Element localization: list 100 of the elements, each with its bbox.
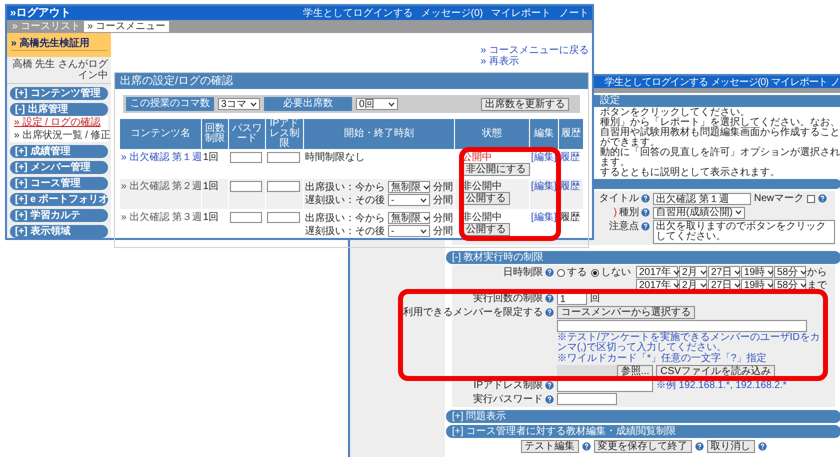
unit-label: 分間 [433, 212, 453, 224]
dropdown[interactable]: 27日 [708, 266, 740, 278]
button[interactable]: 公開する [462, 192, 510, 205]
checkbox[interactable] [807, 194, 816, 202]
header-link[interactable]: マイレポート [491, 8, 551, 18]
dropdown[interactable]: 2月 [679, 266, 707, 278]
column-header: IPアドレス制限 [266, 119, 303, 149]
header-link[interactable]: 学生としてログインする [302, 8, 413, 18]
edit-link[interactable]: [編集] [531, 212, 557, 223]
help-icon[interactable] [545, 308, 554, 317]
chevron-down-icon [800, 282, 808, 288]
table-cell: 履歴 [560, 212, 580, 223]
sidebar-menu-item[interactable]: [+] メンバー管理 [10, 161, 108, 174]
hint-text: ※ワイルドカード「*」任意の一文字「?」指定 [557, 354, 768, 364]
chevron-down-icon [388, 102, 395, 106]
chevron-down-icon [700, 282, 707, 288]
nav-link[interactable]: » 再表示 [480, 56, 519, 67]
help-icon[interactable] [545, 294, 554, 303]
dropdown[interactable]: 0回 [356, 98, 398, 110]
sidebar-menu-item[interactable]: [+] 表示領域 [10, 225, 108, 238]
sidebar-menu-item[interactable]: [-] 出席管理 [10, 103, 108, 116]
sidebar-menu-item[interactable]: [+] 学習カルテ [10, 209, 108, 222]
sidebar-subitem[interactable]: » 出席状況一覧 / 修正 [10, 129, 108, 142]
sidebar-menu-item[interactable]: [+] コース管理 [10, 177, 108, 190]
field-label: 利用できるメンバーを限定する [403, 307, 543, 318]
time-label: 出席扱い：今から [305, 212, 385, 224]
setting-label: 必要出席数 [264, 97, 352, 111]
help-icon[interactable] [694, 442, 704, 451]
breadcrumb-tab[interactable]: » コースメニュー [84, 21, 169, 32]
button[interactable]: テスト編集 [520, 440, 578, 453]
dropdown[interactable]: 無制限 [388, 212, 430, 224]
password-field[interactable] [230, 152, 262, 163]
button[interactable]: 非公開にする [462, 163, 530, 176]
edit-link[interactable]: [編集] [531, 181, 557, 192]
password-field[interactable] [230, 181, 262, 192]
sidebar-menu-item[interactable]: [+] コンテンツ管理 [10, 87, 108, 100]
chevron-down-icon [734, 282, 742, 288]
dropdown[interactable]: 58分 [774, 266, 806, 278]
button[interactable]: 公開する [462, 223, 510, 236]
dropdown[interactable]: 3コマ [218, 98, 260, 110]
ip-field[interactable] [267, 152, 300, 163]
radio-button[interactable] [557, 268, 565, 276]
radio-button[interactable] [591, 268, 599, 276]
help-icon[interactable] [818, 194, 828, 203]
sidebar-menu-item[interactable]: [+] e ポートフォリオ [10, 193, 108, 206]
button[interactable]: コースメンバーから選択する [557, 306, 695, 319]
dropdown[interactable]: 19時 [741, 266, 773, 278]
section-bar: [-] 教材実行時の制限 [446, 251, 840, 264]
chevron-down-icon [767, 282, 774, 288]
chevron-down-icon [800, 270, 808, 274]
help-icon[interactable] [545, 395, 554, 404]
section-bar[interactable]: [+] 問題表示 [446, 410, 840, 423]
help-icon[interactable] [545, 268, 554, 277]
header-link[interactable]: ノ [830, 76, 840, 88]
table-cell: 1回 [203, 152, 219, 163]
nav-link[interactable]: » コースメニューに戻る [480, 45, 589, 56]
help-icon[interactable] [641, 194, 650, 203]
member-list-field[interactable] [557, 320, 807, 332]
ip-field[interactable] [267, 181, 300, 192]
section-bar[interactable]: [+] コース管理者に対する教材編集・成績閲覧制限 [446, 425, 840, 438]
button[interactable]: 変更を保存して終了 [594, 440, 692, 453]
content-link[interactable]: » 出欠確認 第２週 [121, 181, 202, 192]
header-link[interactable]: ノート [559, 8, 589, 18]
help-icon[interactable] [641, 222, 650, 231]
ip-field[interactable] [267, 212, 300, 223]
chevron-down-icon [420, 228, 427, 234]
instruction-text: 動的に「回答の見直しを許可」オプションが選択されます。 [600, 148, 840, 168]
column-header: パスワード [229, 119, 265, 149]
column-header: 回数制限 [202, 119, 228, 149]
title-field[interactable]: 出欠確認 第１週 [653, 192, 751, 204]
dropdown[interactable]: - [388, 194, 430, 206]
notes-field[interactable]: 出欠を取りますのでボタンをクリックしてください。 [653, 220, 835, 244]
header-link[interactable]: 学生としてログインする [604, 76, 708, 88]
button[interactable]: 取り消し [706, 440, 754, 453]
required-mark: ) [614, 207, 617, 218]
logout-link[interactable]: »ログアウト [10, 8, 72, 18]
history-link[interactable]: 履歴 [560, 152, 580, 163]
help-icon[interactable] [582, 442, 590, 451]
option-label: する [567, 267, 587, 278]
help-icon[interactable] [641, 208, 650, 217]
dropdown[interactable]: 無制限 [388, 181, 430, 193]
sidebar-subitem[interactable]: » 設定 / ログの確認 [10, 116, 108, 129]
header-link[interactable]: マイレポート [771, 76, 828, 88]
password-field[interactable] [557, 393, 617, 405]
content-link[interactable]: » 出欠確認 第１週 [121, 152, 202, 163]
content-link[interactable]: » 出欠確認 第３週 [121, 212, 202, 223]
field-label: 日時制限 [503, 267, 543, 278]
dropdown[interactable]: 自習用(成績公開) [653, 206, 745, 218]
password-field[interactable] [230, 212, 262, 223]
dropdown[interactable]: - [388, 225, 430, 237]
dropdown[interactable]: 2017年 [636, 266, 678, 278]
help-icon[interactable] [545, 381, 554, 390]
field-label: 注意点 [609, 221, 639, 232]
header-link[interactable]: メッセージ(0) [420, 8, 483, 18]
sidebar-menu-item[interactable]: [+] 成績管理 [10, 145, 108, 158]
column-header: コンテンツ名 [120, 119, 201, 149]
history-link[interactable]: 履歴 [560, 181, 580, 192]
header-link[interactable]: メッセージ(0) [710, 76, 768, 88]
help-icon[interactable] [758, 442, 766, 451]
button[interactable]: 出席数を更新する [481, 98, 569, 110]
